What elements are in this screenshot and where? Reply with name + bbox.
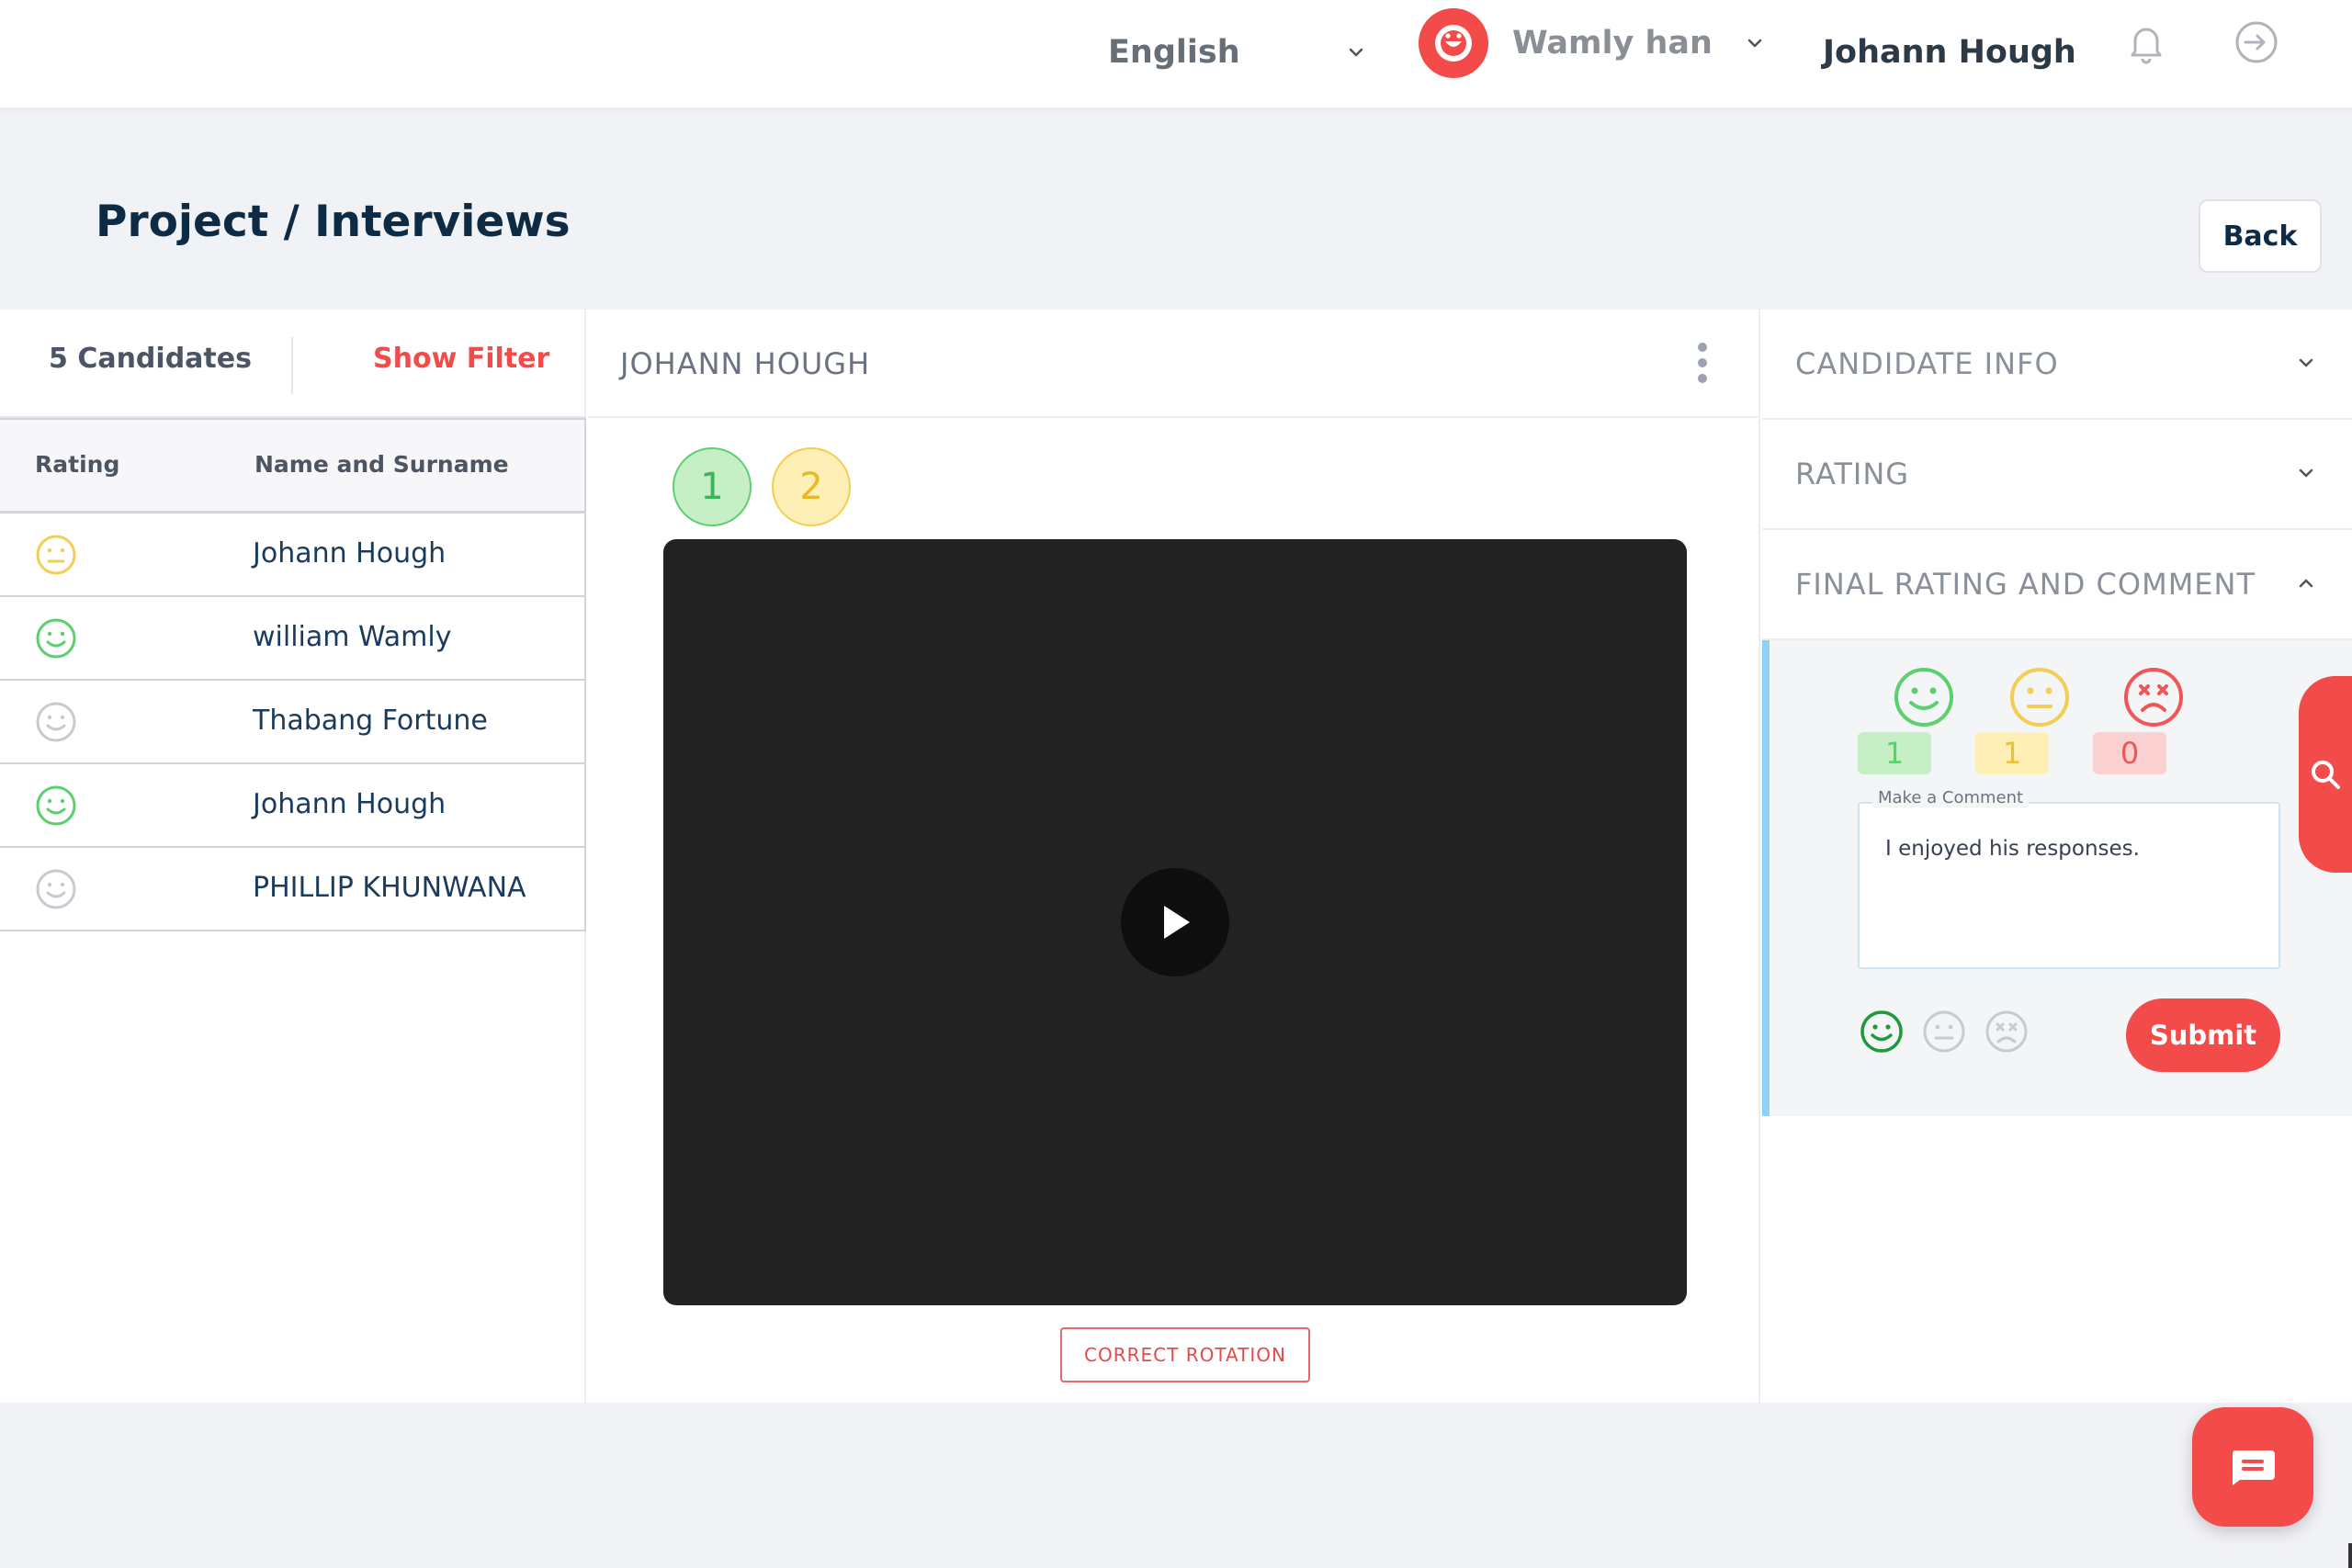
column-header-rating: Rating	[35, 451, 120, 478]
candidate-table: Rating Name and Surname Johann Hough wil…	[0, 418, 586, 931]
logout-icon[interactable]	[2231, 17, 2282, 68]
candidate-name: Johann Hough	[253, 537, 447, 570]
question-2-button[interactable]: 2	[772, 447, 851, 526]
chevron-down-icon	[1747, 39, 1762, 48]
table-row[interactable]: Thabang Fortune	[0, 681, 586, 764]
language-label: English	[1108, 34, 1240, 71]
smiley-face-icon[interactable]	[1860, 1010, 1904, 1054]
candidate-name: Johann Hough	[253, 788, 447, 820]
question-1-button[interactable]: 1	[673, 447, 752, 526]
viewer-header: JOHANN HOUGH	[588, 310, 1760, 418]
back-button[interactable]: Back	[2199, 199, 2322, 273]
unrated-face-icon	[36, 869, 76, 909]
search-tab[interactable]	[2299, 676, 2352, 873]
chevron-down-icon	[1349, 48, 1363, 57]
video-player[interactable]	[663, 539, 1687, 1305]
user-name[interactable]: Johann Hough	[1823, 20, 2076, 85]
table-row[interactable]: Johann Hough	[0, 513, 586, 597]
company-selector[interactable]: Wamly han	[1419, 6, 1764, 81]
accordion-title: CANDIDATE INFO	[1795, 346, 2059, 381]
chat-icon	[2232, 1450, 2275, 1485]
neutral-face-icon[interactable]	[1922, 1010, 1966, 1054]
smiley-face-icon	[36, 785, 76, 826]
final-rating-panel: 1 1 0 Make a Comment I enjoyed his respo…	[1762, 640, 2352, 1116]
bell-icon[interactable]	[2122, 18, 2170, 66]
negative-count: 0	[2093, 732, 2166, 774]
candidate-name: Thabang Fortune	[253, 705, 488, 737]
candidate-list-panel: 5 Candidates Show Filter Rating Name and…	[0, 310, 586, 1403]
positive-count: 1	[1858, 732, 1931, 774]
page-title: Project / Interviews	[96, 197, 571, 247]
sad-face-icon	[2124, 668, 2183, 727]
viewer-candidate-name: JOHANN HOUGH	[620, 346, 871, 381]
neutral-face-icon	[36, 535, 76, 575]
candidate-info-accordion[interactable]: CANDIDATE INFO	[1762, 310, 2352, 420]
table-header: Rating Name and Surname	[0, 418, 586, 513]
interviews-panel: 5 Candidates Show Filter Rating Name and…	[0, 310, 2352, 1403]
brand-logo-icon	[1419, 8, 1488, 78]
divider	[291, 337, 293, 394]
chevron-down-icon	[2299, 358, 2313, 367]
rating-accordion[interactable]: RATING	[1762, 420, 2352, 530]
chevron-down-icon	[2299, 468, 2313, 478]
candidate-name: william Wamly	[253, 621, 452, 653]
video-viewer-panel: JOHANN HOUGH 1 2 CORRECT ROTATION	[588, 310, 1760, 1403]
table-row[interactable]: PHILLIP KHUNWANA	[0, 848, 586, 931]
language-selector[interactable]: English	[1108, 20, 1365, 85]
candidate-name: PHILLIP KHUNWANA	[253, 872, 526, 904]
candidate-list-header: 5 Candidates Show Filter	[0, 310, 586, 418]
comment-label: Make a Comment	[1872, 788, 2030, 807]
final-rating-accordion[interactable]: FINAL RATING AND COMMENT	[1762, 530, 2352, 640]
play-icon[interactable]	[1121, 868, 1229, 976]
search-icon	[2312, 761, 2340, 789]
column-header-name: Name and Surname	[254, 451, 509, 478]
comment-field[interactable]: I enjoyed his responses.	[1858, 802, 2280, 969]
smiley-face-icon	[36, 618, 76, 659]
accordion-title: RATING	[1795, 457, 1910, 491]
correct-rotation-button[interactable]: CORRECT ROTATION	[1060, 1327, 1310, 1382]
unrated-face-icon	[36, 702, 76, 742]
more-options-icon[interactable]	[1695, 343, 1710, 383]
smiley-face-icon	[1894, 668, 1953, 727]
window-edge	[2348, 1543, 2352, 1568]
neutral-face-icon	[2010, 668, 2069, 727]
submit-button[interactable]: Submit	[2126, 998, 2280, 1072]
company-name: Wamly han	[1512, 25, 1713, 62]
top-bar: English Wamly han Johann Hough	[0, 0, 2352, 107]
show-filter-link[interactable]: Show Filter	[373, 343, 549, 375]
table-row[interactable]: Johann Hough	[0, 764, 586, 848]
neutral-count: 1	[1975, 732, 2049, 774]
rating-side-panel: CANDIDATE INFO RATING FINAL RATING AND C…	[1762, 310, 2352, 1403]
chevron-up-icon	[2299, 579, 2313, 588]
table-row[interactable]: william Wamly	[0, 597, 586, 681]
accordion-title: FINAL RATING AND COMMENT	[1795, 567, 2256, 602]
chat-button[interactable]	[2192, 1407, 2313, 1527]
sad-face-icon[interactable]	[1984, 1010, 2029, 1054]
candidate-count: 5 Candidates	[49, 343, 252, 375]
